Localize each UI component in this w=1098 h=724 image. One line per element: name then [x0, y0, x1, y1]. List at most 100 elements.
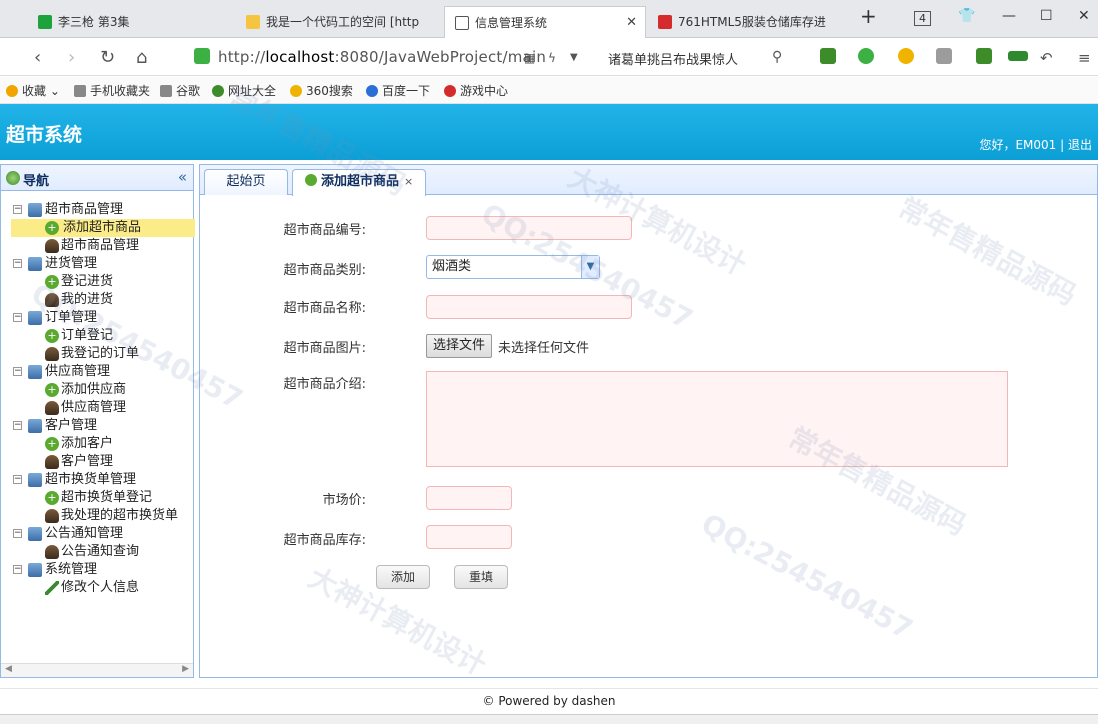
logout-link[interactable]: 退出	[1068, 138, 1092, 152]
menu-icon[interactable]: ≡	[1078, 49, 1091, 67]
tree-group[interactable]: − 客户管理	[1, 417, 193, 435]
add-icon: +	[45, 437, 59, 451]
browser-tab-active[interactable]: 信息管理系统 ✕	[444, 6, 646, 38]
bookmark-sites[interactable]: 网址大全	[212, 82, 276, 99]
apps-icon[interactable]	[976, 48, 992, 64]
tree-label: 系统管理	[45, 562, 98, 577]
collapse-toggle-icon[interactable]: −	[13, 313, 22, 322]
refresh-icon[interactable]: ↻	[100, 47, 115, 68]
tree-label: 公告通知管理	[45, 526, 124, 541]
price-input[interactable]	[426, 486, 512, 510]
close-window-button[interactable]: ✕	[1078, 8, 1090, 24]
game-icon[interactable]	[936, 48, 952, 64]
tree-item[interactable]: + 添加超市商品	[11, 219, 195, 237]
collapse-icon[interactable]: «	[178, 168, 187, 186]
new-tab-button[interactable]: +	[860, 4, 877, 28]
tree-item[interactable]: + 超市换货单登记	[1, 489, 193, 507]
tree-item[interactable]: 超市商品管理	[1, 237, 193, 255]
tree-item[interactable]: 客户管理	[1, 453, 193, 471]
close-tab-icon[interactable]: ×	[404, 175, 413, 188]
collapse-toggle-icon[interactable]: −	[13, 475, 22, 484]
file-status: 未选择任何文件	[498, 341, 590, 356]
tab-count-badge[interactable]: 4	[914, 11, 931, 26]
chevron-down-icon[interactable]: ▼	[581, 256, 599, 278]
product-code-input[interactable]	[426, 216, 632, 240]
minimize-button[interactable]: —	[1002, 8, 1016, 24]
bookmark-games[interactable]: 游戏中心	[444, 82, 508, 99]
search-field[interactable]: 诸葛单挑吕布战果惊人	[608, 49, 738, 68]
url-field[interactable]: http://localhost:8080/JavaWebProject/mai…	[218, 48, 546, 66]
skin-icon[interactable]: 👕	[958, 8, 975, 24]
tree-item[interactable]: + 登记进货	[1, 273, 193, 291]
tree-group[interactable]: − 供应商管理	[1, 363, 193, 381]
search-icon[interactable]: ⚲	[772, 49, 782, 65]
collapse-toggle-icon[interactable]: −	[13, 259, 22, 268]
name-label: 超市商品名称:	[283, 301, 366, 316]
bookmark-360[interactable]: 360搜索	[290, 82, 353, 99]
tree-group[interactable]: − 订单管理	[1, 309, 193, 327]
product-name-input[interactable]	[426, 295, 632, 319]
tree-item[interactable]: + 订单登记	[1, 327, 193, 345]
price-label: 市场价:	[322, 493, 366, 508]
add-icon	[305, 174, 317, 186]
qr-icon[interactable]: ▦	[524, 51, 535, 65]
tree-group[interactable]: − 超市换货单管理	[1, 471, 193, 489]
battery-icon[interactable]	[1008, 51, 1028, 61]
tree-item[interactable]: 修改个人信息	[1, 579, 193, 597]
tab-home[interactable]: 起始页	[204, 169, 288, 195]
tree-item[interactable]: 我的进货	[1, 291, 193, 309]
stock-input[interactable]	[426, 525, 512, 549]
tree-group[interactable]: − 公告通知管理	[1, 525, 193, 543]
coin-icon[interactable]	[898, 48, 914, 64]
lightning-icon[interactable]: ϟ	[548, 51, 556, 65]
tree-label: 修改个人信息	[61, 580, 140, 595]
bookmark-favorites[interactable]: 收藏 ⌄	[6, 82, 60, 99]
scissors-icon[interactable]	[820, 48, 836, 64]
intro-textarea[interactable]	[426, 371, 1008, 467]
360-icon	[290, 85, 302, 97]
tree-group[interactable]: − 系统管理	[1, 561, 193, 579]
sidebar-title: 导航	[23, 174, 50, 189]
code-label: 超市商品编号:	[283, 223, 366, 238]
browser-tab[interactable]: 我是一个代码工的空间 [http	[236, 6, 442, 38]
reset-button[interactable]: 重填	[454, 565, 509, 589]
home-icon[interactable]: ⌂	[136, 47, 147, 68]
collapse-toggle-icon[interactable]: −	[13, 565, 22, 574]
chevron-down-icon[interactable]: ▼	[570, 52, 578, 63]
maximize-button[interactable]: ☐	[1040, 8, 1053, 24]
close-tab-icon[interactable]: ✕	[626, 7, 637, 38]
browser-tab[interactable]: 李三枪 第3集	[28, 6, 234, 38]
tree-group[interactable]: − 进货管理	[1, 255, 193, 273]
horizontal-scrollbar[interactable]: ◀ ▶	[1, 663, 193, 677]
nav-tree: − 超市商品管理 + 添加超市商品 超市商品管理 − 进货管理 + 登记进货 我的进货 − 订单管理 +…	[1, 201, 195, 597]
bookmark-mobile[interactable]: 手机收藏夹	[74, 82, 150, 99]
undo-icon[interactable]: ↶	[1040, 49, 1053, 67]
tree-item[interactable]: 供应商管理	[1, 399, 193, 417]
tree-item[interactable]: + 添加客户	[1, 435, 193, 453]
browser-tab[interactable]: 761HTML5服装仓储库存进	[648, 6, 854, 38]
tree-item[interactable]: 我处理的超市换货单	[1, 507, 193, 525]
bookmark-google[interactable]: 谷歌	[160, 82, 200, 99]
tree-item[interactable]: + 添加供应商	[1, 381, 193, 399]
forward-icon[interactable]: ›	[68, 47, 75, 68]
tree-item[interactable]: 公告通知查询	[1, 543, 193, 561]
scroll-right-icon[interactable]: ▶	[182, 664, 189, 674]
back-icon[interactable]: ‹	[34, 47, 41, 68]
bookmark-baidu[interactable]: 百度一下	[366, 82, 430, 99]
tab-add-product[interactable]: 添加超市商品 ×	[292, 169, 427, 196]
choose-file-button[interactable]: 选择文件	[426, 334, 493, 358]
scroll-left-icon[interactable]: ◀	[5, 664, 12, 674]
bookmark-label: 网址大全	[228, 84, 277, 98]
user-icon	[45, 347, 59, 361]
collapse-toggle-icon[interactable]: −	[13, 421, 22, 430]
collapse-toggle-icon[interactable]: −	[13, 529, 22, 538]
translate-icon[interactable]	[858, 48, 874, 64]
document-icon	[160, 85, 172, 97]
tree-group[interactable]: − 超市商品管理	[1, 201, 193, 219]
collapse-toggle-icon[interactable]: −	[13, 367, 22, 376]
tree-item[interactable]: 我登记的订单	[1, 345, 193, 363]
collapse-toggle-icon[interactable]: −	[13, 205, 22, 214]
computer-icon	[28, 365, 42, 379]
add-button[interactable]: 添加	[376, 565, 431, 589]
category-select[interactable]: 烟酒类 ▼	[426, 255, 600, 279]
